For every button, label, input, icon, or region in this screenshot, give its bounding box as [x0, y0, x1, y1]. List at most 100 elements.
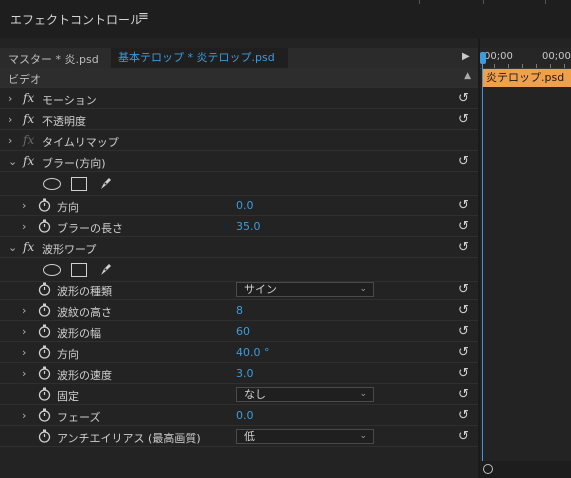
reset-icon[interactable]: ↺ [458, 303, 469, 318]
expand-chevron-icon[interactable]: › [22, 199, 26, 212]
effect-row-time-remap[interactable]: › fx タイムリマップ [0, 131, 478, 151]
fx-toggle-icon[interactable]: fx [23, 240, 34, 254]
stopwatch-icon[interactable] [38, 387, 51, 401]
play-triangle-icon[interactable]: ▶ [462, 51, 470, 62]
param-value[interactable]: 40.0 ° [236, 346, 270, 359]
pinning-dropdown[interactable]: なし ⌄ [236, 387, 374, 402]
wave-type-dropdown[interactable]: サイン ⌄ [236, 282, 374, 297]
collapse-up-icon[interactable]: ▲ [464, 71, 471, 81]
selected-clip-tab[interactable]: 基本テロップ * 炎テロップ.psd [111, 48, 288, 68]
param-row-blur-direction[interactable]: › 方向 0.0 ↺ [0, 196, 478, 216]
reset-icon[interactable]: ↺ [458, 429, 469, 444]
collapse-chevron-icon[interactable]: ⌄ [8, 155, 17, 168]
panel-menu-icon[interactable]: ≡ [138, 9, 149, 24]
param-value[interactable]: 3.0 [236, 367, 254, 380]
category-video: ビデオ ▲ [0, 68, 478, 88]
category-label: ビデオ [8, 73, 41, 86]
effect-row-opacity[interactable]: › fx 不透明度 ↺ [0, 110, 478, 130]
master-clip-tab[interactable]: マスター * 炎.psd [8, 51, 99, 67]
param-value[interactable]: 0.0 [236, 409, 254, 422]
reset-icon[interactable]: ↺ [458, 240, 469, 255]
timecode-next: 00;00 [542, 51, 571, 62]
chevron-down-icon: ⌄ [359, 431, 367, 441]
reset-icon[interactable]: ↺ [458, 387, 469, 402]
expand-chevron-icon[interactable]: › [8, 92, 12, 105]
stopwatch-icon[interactable] [38, 303, 51, 317]
expand-chevron-icon[interactable]: › [22, 409, 26, 422]
keyframe-timeline[interactable]: 00;00 00;00 炎テロップ.psd [480, 38, 571, 478]
stopwatch-icon[interactable] [38, 366, 51, 380]
reset-icon[interactable]: ↺ [458, 282, 469, 297]
expand-chevron-icon[interactable]: › [22, 346, 26, 359]
timeline-scrollbar[interactable] [480, 461, 571, 478]
dropdown-value: サイン [244, 283, 277, 296]
pen-mask-icon[interactable] [98, 175, 114, 191]
effect-name: 波形ワープ [42, 243, 97, 256]
reset-icon[interactable]: ↺ [458, 345, 469, 360]
stopwatch-icon[interactable] [38, 324, 51, 338]
param-row-antialiasing[interactable]: アンチエイリアス (最高画質) 低 ⌄ ↺ [0, 427, 478, 447]
reset-icon[interactable]: ↺ [458, 154, 469, 169]
effect-row-wave-warp[interactable]: ⌄ fx 波形ワープ ↺ [0, 238, 478, 258]
chevron-down-icon: ⌄ [359, 389, 367, 399]
expand-chevron-icon[interactable]: › [22, 220, 26, 233]
pen-mask-icon[interactable] [98, 261, 114, 277]
reset-icon[interactable]: ↺ [458, 408, 469, 423]
zoom-handle-icon[interactable] [483, 464, 493, 474]
param-row-wave-height[interactable]: › 波紋の高さ 8 ↺ [0, 301, 478, 321]
fx-toggle-icon[interactable]: fx [23, 154, 34, 168]
param-value[interactable]: 60 [236, 325, 250, 338]
fx-toggle-icon[interactable]: fx [23, 91, 34, 105]
reset-icon[interactable]: ↺ [458, 219, 469, 234]
playhead-line[interactable] [482, 62, 483, 462]
stopwatch-icon[interactable] [38, 219, 51, 233]
stopwatch-icon[interactable] [38, 429, 51, 443]
stopwatch-icon[interactable] [38, 282, 51, 296]
param-row-blur-length[interactable]: › ブラーの長さ 35.0 ↺ [0, 217, 478, 237]
reset-icon[interactable]: ↺ [458, 198, 469, 213]
expand-chevron-icon[interactable]: › [22, 304, 26, 317]
effect-row-directional-blur[interactable]: ⌄ fx ブラー(方向) ↺ [0, 152, 478, 172]
clip-bar[interactable]: 炎テロップ.psd [483, 69, 571, 87]
fx-toggle-icon[interactable]: fx [23, 112, 34, 126]
expand-chevron-icon[interactable]: › [22, 367, 26, 380]
effect-name: タイムリマップ [42, 136, 119, 149]
rectangle-mask-icon[interactable] [71, 177, 87, 191]
param-row-phase[interactable]: › フェーズ 0.0 ↺ [0, 406, 478, 426]
param-row-wave-type[interactable]: 波形の種類 サイン ⌄ ↺ [0, 280, 478, 300]
reset-icon[interactable]: ↺ [458, 91, 469, 106]
param-row-wave-width[interactable]: › 波形の幅 60 ↺ [0, 322, 478, 342]
stopwatch-icon[interactable] [38, 198, 51, 212]
effect-row-motion[interactable]: › fx モーション ↺ [0, 89, 478, 109]
ruler-tick [419, 0, 420, 4]
panel-header: エフェクトコントロール ≡ [0, 0, 571, 38]
antialias-dropdown[interactable]: 低 ⌄ [236, 429, 374, 444]
dropdown-value: なし [244, 388, 266, 401]
mask-tools [0, 259, 478, 282]
param-value[interactable]: 8 [236, 304, 243, 317]
playhead-handle[interactable] [480, 52, 486, 64]
expand-chevron-icon[interactable]: › [8, 134, 12, 147]
param-value[interactable]: 0.0 [236, 199, 254, 212]
param-row-wave-direction[interactable]: › 方向 40.0 ° ↺ [0, 343, 478, 363]
reset-icon[interactable]: ↺ [458, 112, 469, 127]
reset-icon[interactable]: ↺ [458, 324, 469, 339]
time-ruler[interactable]: 00;00 00;00 [480, 48, 571, 69]
stopwatch-icon[interactable] [38, 408, 51, 422]
collapse-chevron-icon[interactable]: ⌄ [8, 241, 17, 254]
param-value[interactable]: 35.0 [236, 220, 261, 233]
ellipse-mask-icon[interactable] [43, 178, 61, 190]
rectangle-mask-icon[interactable] [71, 263, 87, 277]
ellipse-mask-icon[interactable] [43, 264, 61, 276]
param-row-pinning[interactable]: 固定 なし ⌄ ↺ [0, 385, 478, 405]
expand-chevron-icon[interactable]: › [8, 113, 12, 126]
stopwatch-icon[interactable] [38, 345, 51, 359]
expand-chevron-icon[interactable]: › [22, 325, 26, 338]
mask-tools [0, 173, 478, 196]
reset-icon[interactable]: ↺ [458, 366, 469, 381]
ruler-tick [536, 64, 537, 68]
effect-controls-list: マスター * 炎.psd 基本テロップ * 炎テロップ.psd ▶ ビデオ ▲ … [0, 38, 478, 478]
ruler-tick [545, 0, 546, 4]
param-row-wave-speed[interactable]: › 波形の速度 3.0 ↺ [0, 364, 478, 384]
effect-name: モーション [42, 94, 97, 107]
